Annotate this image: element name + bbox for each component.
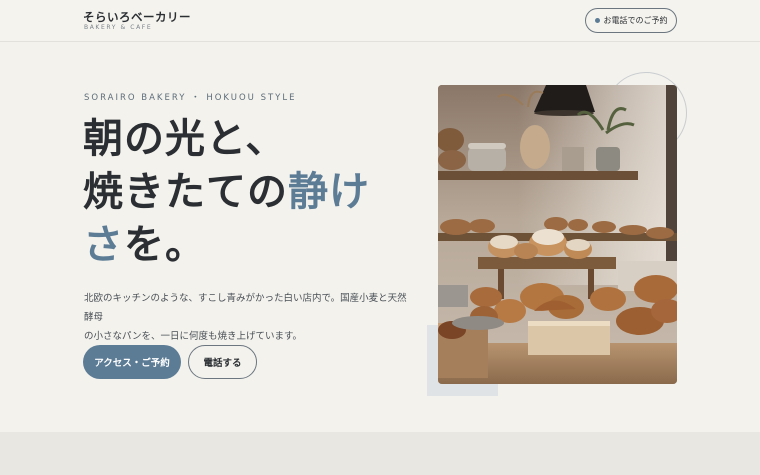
hero-description: 北欧のキッチンのような、すこし青みがかった白い店内で。国産小麦と天然酵母 の小さ…: [84, 289, 414, 346]
access-reservation-button[interactable]: アクセス・ご予約: [83, 345, 181, 379]
description-line1: 北欧のキッチンのような、すこし青みがかった白い店内で。国産小麦と天然酵母: [84, 293, 407, 323]
site-header: そらいろベーカリー BAKERY & CAFE お電話でのご予約: [0, 0, 760, 42]
hero-headline: 朝の光と、 焼きたての静け さを。: [83, 113, 403, 272]
headline-line1: 朝の光と、: [83, 116, 287, 162]
description-line2: の小さなパンを、一日に何度も焼き上げています。: [84, 331, 303, 342]
phone-reservation-button[interactable]: お電話でのご予約: [585, 8, 677, 33]
phone-reservation-label: お電話でのご予約: [603, 16, 668, 25]
headline-accent: 静け: [288, 169, 370, 215]
bakery-illustration: [438, 85, 677, 384]
headline-line3: を。: [124, 222, 206, 268]
hero-eyebrow: SORAIRO BAKERY ・ HOKUOU STYLE: [84, 93, 297, 103]
call-button[interactable]: 電話する: [188, 345, 257, 379]
headline-line2: 焼きたての: [83, 169, 288, 215]
lower-section-band: [0, 432, 760, 475]
brand-name[interactable]: そらいろベーカリー: [83, 9, 191, 25]
brand-subtitle: BAKERY & CAFE: [84, 24, 153, 31]
bakery-hero-image: [438, 85, 677, 384]
dot-icon: [594, 18, 600, 23]
headline-accent-2: さ: [83, 222, 124, 268]
